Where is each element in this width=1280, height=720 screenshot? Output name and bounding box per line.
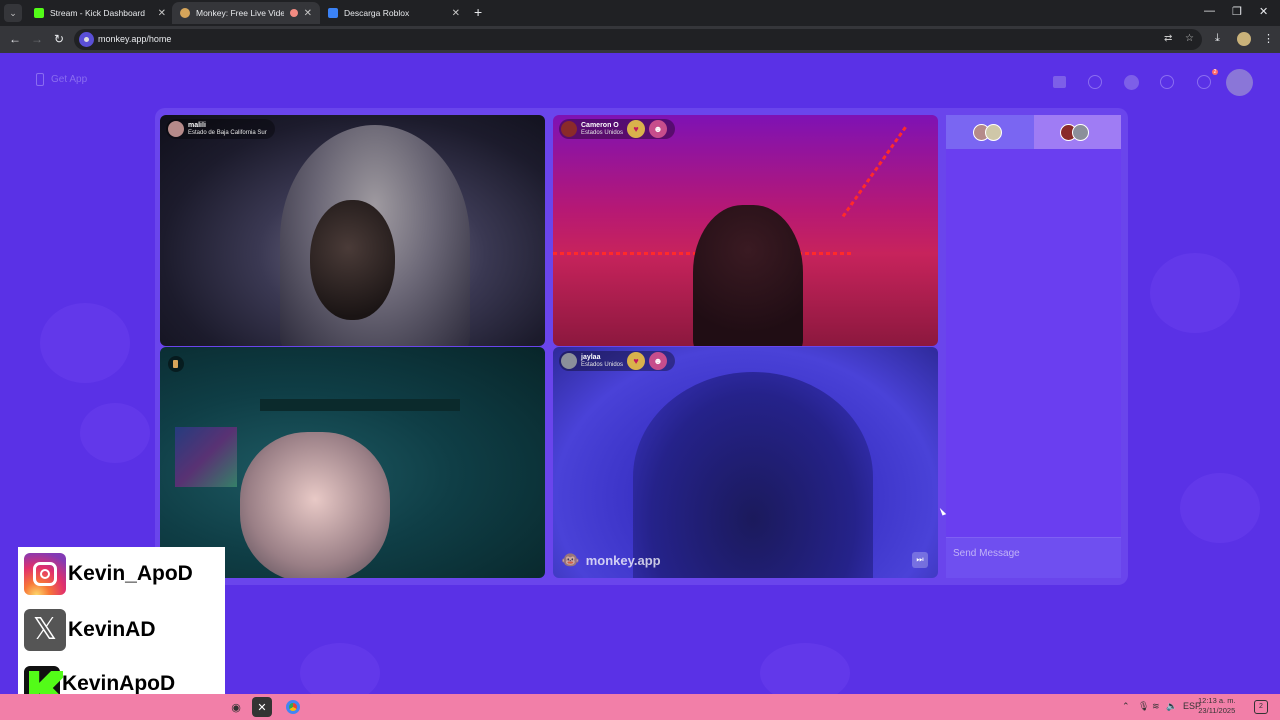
user-location: Estados Unidos xyxy=(581,129,624,136)
coins-button[interactable] xyxy=(1122,73,1140,91)
social-overlay: Kevin_ApoD 𝕏 KevinAD KevinApoD xyxy=(18,547,225,710)
video-tile-anonymous xyxy=(160,347,545,578)
browser-menu-icon[interactable]: ⋮ xyxy=(1263,32,1274,45)
username: Cameron O xyxy=(581,121,619,129)
avatar xyxy=(984,123,1002,141)
messages-notification-badge: 2 xyxy=(1212,69,1218,75)
search-button[interactable] xyxy=(1086,73,1104,91)
username: malili xyxy=(188,121,206,129)
tab-strip: ⌄ Stream - Kick Dashboard ✕ Monkey: Free… xyxy=(0,0,1280,26)
site-info-icon[interactable] xyxy=(79,32,94,47)
profile-avatar[interactable] xyxy=(1226,69,1253,96)
app-icon[interactable]: ◉ xyxy=(226,697,246,717)
messages-button[interactable] xyxy=(1195,73,1213,91)
user-location: Estados Unidos xyxy=(581,361,624,368)
tab-search-button[interactable]: ⌄ xyxy=(4,4,22,22)
get-app-label: Get App xyxy=(51,74,88,85)
recording-indicator-icon xyxy=(289,9,298,17)
avatar xyxy=(1072,123,1090,141)
user-avatar xyxy=(561,353,577,369)
microphone-icon[interactable]: 🎙 xyxy=(1138,701,1149,712)
monkey-badge-icon: ☻ xyxy=(649,120,668,138)
chat-tab-2[interactable] xyxy=(1033,115,1121,149)
heart-badge-icon: ♥ xyxy=(627,120,646,138)
watermark-text: monkey.app xyxy=(585,552,661,568)
user-avatar xyxy=(168,121,184,137)
user-label[interactable]: Cameron O Estados Unidos ♥ ☻ xyxy=(559,119,676,139)
clock[interactable]: 12:13 a. m. 23/11/2025 xyxy=(1198,696,1236,716)
chat-panel: Send Message xyxy=(946,115,1121,578)
monkey-badge-icon: ☻ xyxy=(649,352,668,370)
username: jaylaa xyxy=(581,353,601,361)
monkey-watermark: 🐵 monkey.app xyxy=(561,551,661,569)
tab-title: Monkey: Free Live Video Ch xyxy=(196,8,284,18)
video-tile-malili: malili Estado de Baja California Sur xyxy=(160,115,545,346)
chat-tabs xyxy=(946,115,1121,149)
instagram-handle: Kevin_ApoD xyxy=(24,553,193,595)
taskbar: ◉ ✕ ⌃ 🎙 ≋ 🔈 ESP 12:13 a. m. 23/11/2025 2 xyxy=(0,694,1280,720)
back-icon[interactable]: ← xyxy=(9,32,21,46)
device-icon xyxy=(168,356,184,372)
clock-icon xyxy=(1160,75,1174,89)
browser-toolbar: ← → ↻ monkey.app/home ⇄ ☆ ⤓ ⋮ xyxy=(0,26,1280,53)
heart-badge-icon: ♥ xyxy=(627,352,646,370)
new-tab-button[interactable]: + xyxy=(474,4,482,20)
app-icon[interactable]: ✕ xyxy=(252,697,272,717)
monkey-favicon-icon xyxy=(180,8,190,18)
user-avatar xyxy=(561,121,577,137)
close-window-icon[interactable]: ✕ xyxy=(1259,5,1268,18)
close-tab-icon[interactable]: ✕ xyxy=(158,8,166,19)
chat-tab-1[interactable] xyxy=(946,115,1034,149)
browser-profile-avatar[interactable] xyxy=(1237,32,1251,46)
user-label[interactable]: malili Estado de Baja California Sur xyxy=(166,119,275,139)
tab-title: Descarga Roblox xyxy=(344,8,410,18)
chrome-icon[interactable] xyxy=(283,697,303,717)
minimize-icon[interactable]: — xyxy=(1204,5,1215,17)
close-tab-icon[interactable]: ✕ xyxy=(452,8,460,19)
show-hidden-icons[interactable]: ⌃ xyxy=(1122,701,1130,712)
instagram-text: Kevin_ApoD xyxy=(68,562,193,585)
translate-icon[interactable]: ⇄ xyxy=(1164,33,1172,44)
tab-kick-dashboard[interactable]: Stream - Kick Dashboard ✕ xyxy=(26,2,174,24)
tab-title: Stream - Kick Dashboard xyxy=(50,8,145,18)
url-text: monkey.app/home xyxy=(98,34,172,44)
phone-icon xyxy=(36,73,44,86)
time: 12:13 a. m. xyxy=(1198,696,1236,705)
date: 23/11/2025 xyxy=(1198,706,1236,715)
notification-center-icon[interactable]: 2 xyxy=(1254,700,1268,714)
x-logo-icon: 𝕏 xyxy=(24,609,66,651)
monkey-logo-icon: 🐵 xyxy=(561,552,580,569)
instagram-icon xyxy=(24,553,66,595)
store-button[interactable] xyxy=(1050,73,1068,91)
kick-favicon-icon xyxy=(34,8,44,18)
store-icon xyxy=(1052,76,1066,88)
send-message-input[interactable]: Send Message xyxy=(946,537,1121,578)
volume-icon[interactable]: 🔈 xyxy=(1166,701,1177,712)
user-location: Estado de Baja California Sur xyxy=(188,129,267,136)
video-tile-cameron: Cameron O Estados Unidos ♥ ☻ xyxy=(553,115,938,346)
search-icon xyxy=(1088,75,1102,89)
tab-monkey[interactable]: Monkey: Free Live Video Ch ✕ xyxy=(172,2,320,24)
skip-button[interactable]: ⏭ xyxy=(912,552,928,568)
tab-descarga-roblox[interactable]: Descarga Roblox ✕ xyxy=(320,2,468,24)
bookmark-star-icon[interactable]: ☆ xyxy=(1185,33,1194,44)
x-text: KevinAD xyxy=(68,618,156,641)
history-button[interactable] xyxy=(1158,73,1176,91)
forward-icon[interactable]: → xyxy=(31,32,43,46)
address-bar[interactable]: monkey.app/home ⇄ ☆ xyxy=(74,29,1202,50)
x-handle: 𝕏 KevinAD xyxy=(24,609,156,651)
close-tab-icon[interactable]: ✕ xyxy=(304,8,312,19)
kick-text: KevinApoD xyxy=(62,672,176,695)
user-label[interactable]: jaylaa Estados Unidos ♥ ☻ xyxy=(559,351,676,371)
coin-icon xyxy=(1123,74,1139,90)
wifi-icon[interactable]: ≋ xyxy=(1152,701,1160,712)
video-tile-jaylaa: jaylaa Estados Unidos ♥ ☻ 🐵 monkey.app ⏭ xyxy=(553,347,938,578)
download-icon[interactable]: ⤓ xyxy=(1215,32,1220,45)
roblox-favicon-icon xyxy=(328,8,338,18)
reload-icon[interactable]: ↻ xyxy=(54,32,64,46)
chat-bubble-icon xyxy=(1197,75,1211,89)
maximize-icon[interactable]: ❐ xyxy=(1232,5,1242,18)
get-app-button[interactable]: Get App xyxy=(36,73,87,86)
